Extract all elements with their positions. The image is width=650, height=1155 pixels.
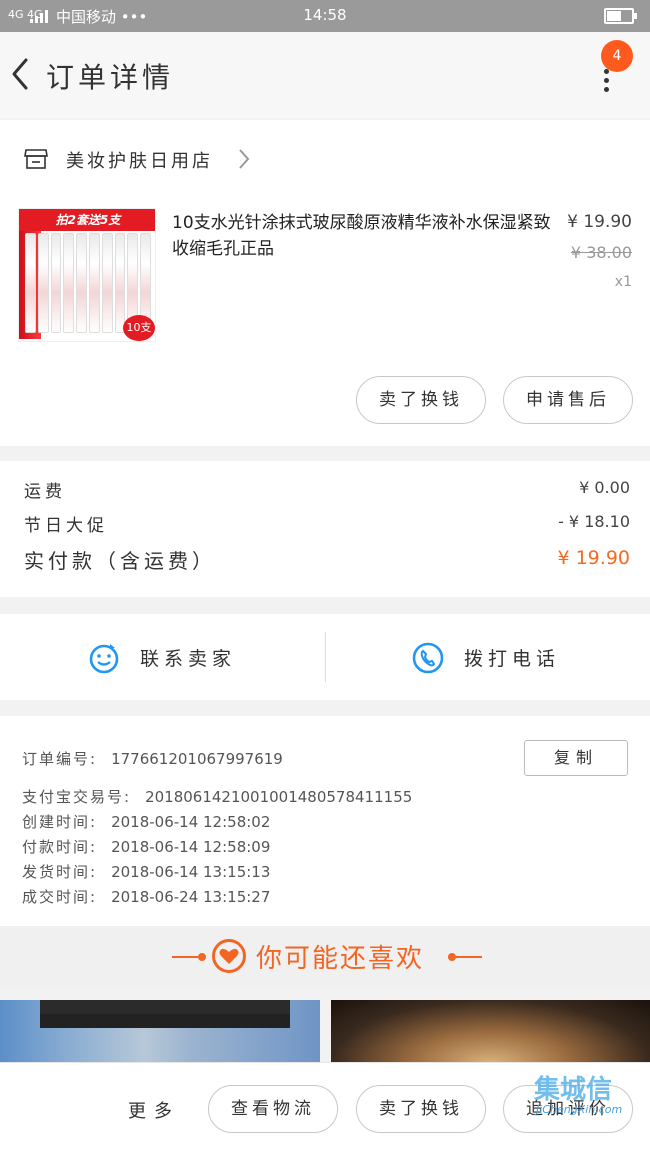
shipping-value: ¥ 0.00 xyxy=(579,478,630,497)
product-image[interactable]: 拍2套送5支 10支 xyxy=(18,208,156,342)
product-title[interactable]: 10支水光针涂抹式玻尿酸原液精华液补水保湿紧致收缩毛孔正品 xyxy=(172,210,558,262)
watermark-logo: 集城信 xyxy=(534,1075,613,1105)
battery-icon xyxy=(604,8,637,24)
chat-bubble-icon xyxy=(89,644,119,674)
product-image-tag: 10支 xyxy=(123,315,155,341)
view-logistics-button[interactable]: 查看物流 xyxy=(208,1085,338,1133)
notification-badge[interactable]: 4 xyxy=(601,40,633,72)
shipping-time-row: 发货时间: 2018-06-14 13:15:13 xyxy=(22,863,271,881)
divider-dot xyxy=(198,953,206,961)
product-card: 拍2套送5支 10支 10支水光针涂抹式玻尿酸原液精华液补水保湿紧致收缩毛孔正品… xyxy=(0,198,650,446)
product-image-banner: 拍2套送5支 xyxy=(19,209,155,231)
resell-button[interactable]: 卖了换钱 xyxy=(356,1085,486,1133)
contact-seller-button[interactable]: 联系卖家 xyxy=(140,644,236,671)
recommended-product-image[interactable] xyxy=(0,1000,320,1070)
status-bar: 4G 4G 中国移动 ••• 14:58 xyxy=(0,0,650,32)
back-arrow-icon[interactable] xyxy=(6,54,36,94)
alipay-number-row: 支付宝交易号: 2018061421001001480578411155 xyxy=(22,788,413,806)
page-title: 订单详情 xyxy=(46,61,175,94)
created-time-row: 创建时间: 2018-06-14 12:58:02 xyxy=(22,813,271,831)
bottom-action-bar: 更多 查看物流 卖了换钱 追加评价 集城信 JiChengXin.com xyxy=(0,1062,650,1155)
shop-name[interactable]: 美妆护肤日用店 xyxy=(66,147,213,173)
nav-bar: 订单详情 4 xyxy=(0,32,650,118)
total-label: 实付款（含运费） xyxy=(24,549,216,573)
recommend-title: 你可能还喜欢 xyxy=(256,944,425,974)
shop-row[interactable]: 美妆护肤日用店 xyxy=(0,120,650,198)
shipping-label: 运费 xyxy=(24,482,66,502)
recommended-product-image[interactable] xyxy=(331,1000,650,1070)
divider xyxy=(325,632,326,682)
recommend-header: 你可能还喜欢 xyxy=(0,926,650,988)
order-info: 订单编号: 177661201067997619 复制 支付宝交易号: 201806… xyxy=(0,716,650,926)
more-button[interactable]: 更多 xyxy=(128,1097,180,1123)
fee-summary: 运费 ¥ 0.00 节日大促 - ¥ 18.10 实付款（含运费） ¥ 19.9… xyxy=(0,461,650,597)
heart-icon xyxy=(212,939,246,973)
completed-time-row: 成交时间: 2018-06-24 13:15:27 xyxy=(22,888,271,906)
product-price: ¥ 19.90 xyxy=(567,212,632,232)
after-sale-button[interactable]: 申请售后 xyxy=(503,376,633,424)
product-quantity: x1 xyxy=(614,274,632,290)
carrier-label: 中国移动 ••• xyxy=(56,8,148,26)
divider xyxy=(172,956,200,958)
phone-icon xyxy=(412,642,444,674)
product-original-price: ¥ 38.00 xyxy=(570,243,632,262)
payment-time-row: 付款时间: 2018-06-14 12:58:09 xyxy=(22,838,271,856)
resell-button[interactable]: 卖了换钱 xyxy=(356,376,486,424)
contact-bar: 联系卖家 拨打电话 xyxy=(0,614,650,700)
divider xyxy=(452,956,482,958)
copy-button[interactable]: 复制 xyxy=(524,740,628,776)
total-value: ¥ 19.90 xyxy=(557,547,630,569)
clock: 14:58 xyxy=(303,6,347,24)
signal-icon xyxy=(30,9,48,23)
promo-label: 节日大促 xyxy=(24,516,108,536)
watermark-site: JiChengXin.com xyxy=(536,1103,623,1116)
call-phone-button[interactable]: 拨打电话 xyxy=(464,644,560,671)
chevron-right-icon xyxy=(239,149,250,169)
store-icon xyxy=(24,149,48,169)
order-number-row: 订单编号: 177661201067997619 xyxy=(22,750,283,768)
promo-value: - ¥ 18.10 xyxy=(558,512,630,531)
